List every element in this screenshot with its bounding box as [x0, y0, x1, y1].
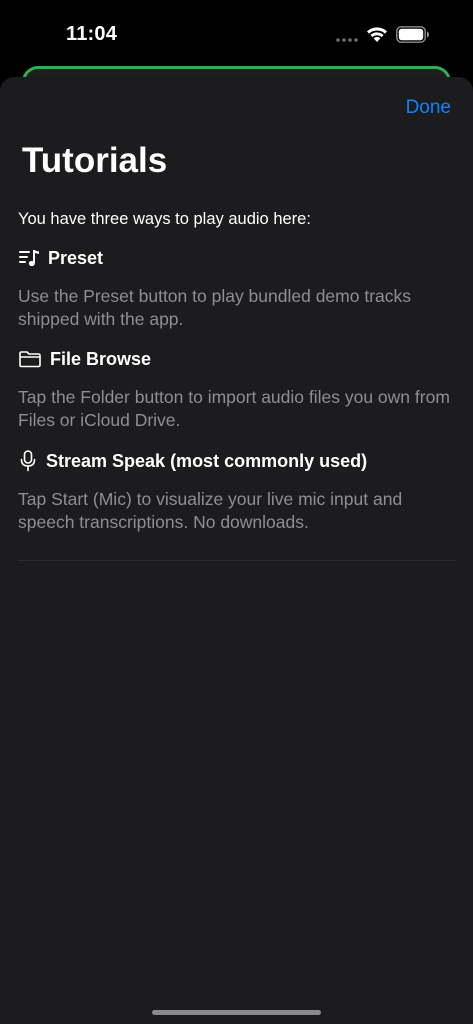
- section-file-browse-header: File Browse: [18, 346, 151, 372]
- cellular-signal-icon: [336, 38, 358, 42]
- tutorials-sheet: Done Tutorials You have three ways to pl…: [0, 77, 473, 1024]
- section-title: Preset: [48, 247, 104, 268]
- section-stream-speak-header: Stream Speak (most commonly used): [18, 448, 367, 474]
- done-button[interactable]: Done: [406, 97, 451, 119]
- home-indicator[interactable]: [152, 1010, 321, 1015]
- divider: [18, 560, 455, 561]
- status-time: 11:04: [66, 23, 118, 45]
- section-title: Stream Speak (most commonly used): [46, 450, 368, 471]
- music-list-icon: [18, 249, 40, 267]
- folder-icon: [18, 350, 42, 368]
- section-description: Use the Preset button to play bundled de…: [18, 286, 412, 329]
- wifi-icon: [367, 27, 387, 42]
- microphone-icon: [18, 450, 38, 472]
- section-description: Tap Start (Mic) to visualize your live m…: [18, 489, 403, 532]
- section-title: File Browse: [50, 348, 152, 369]
- intro-text: You have three ways to play audio here:: [18, 210, 311, 228]
- section-description: Tap the Folder button to import audio fi…: [18, 387, 450, 430]
- battery-icon: [396, 26, 429, 43]
- status-bar: 11:04: [0, 0, 473, 70]
- section-preset-header: Preset: [18, 245, 103, 271]
- page-title: Tutorials: [22, 141, 168, 180]
